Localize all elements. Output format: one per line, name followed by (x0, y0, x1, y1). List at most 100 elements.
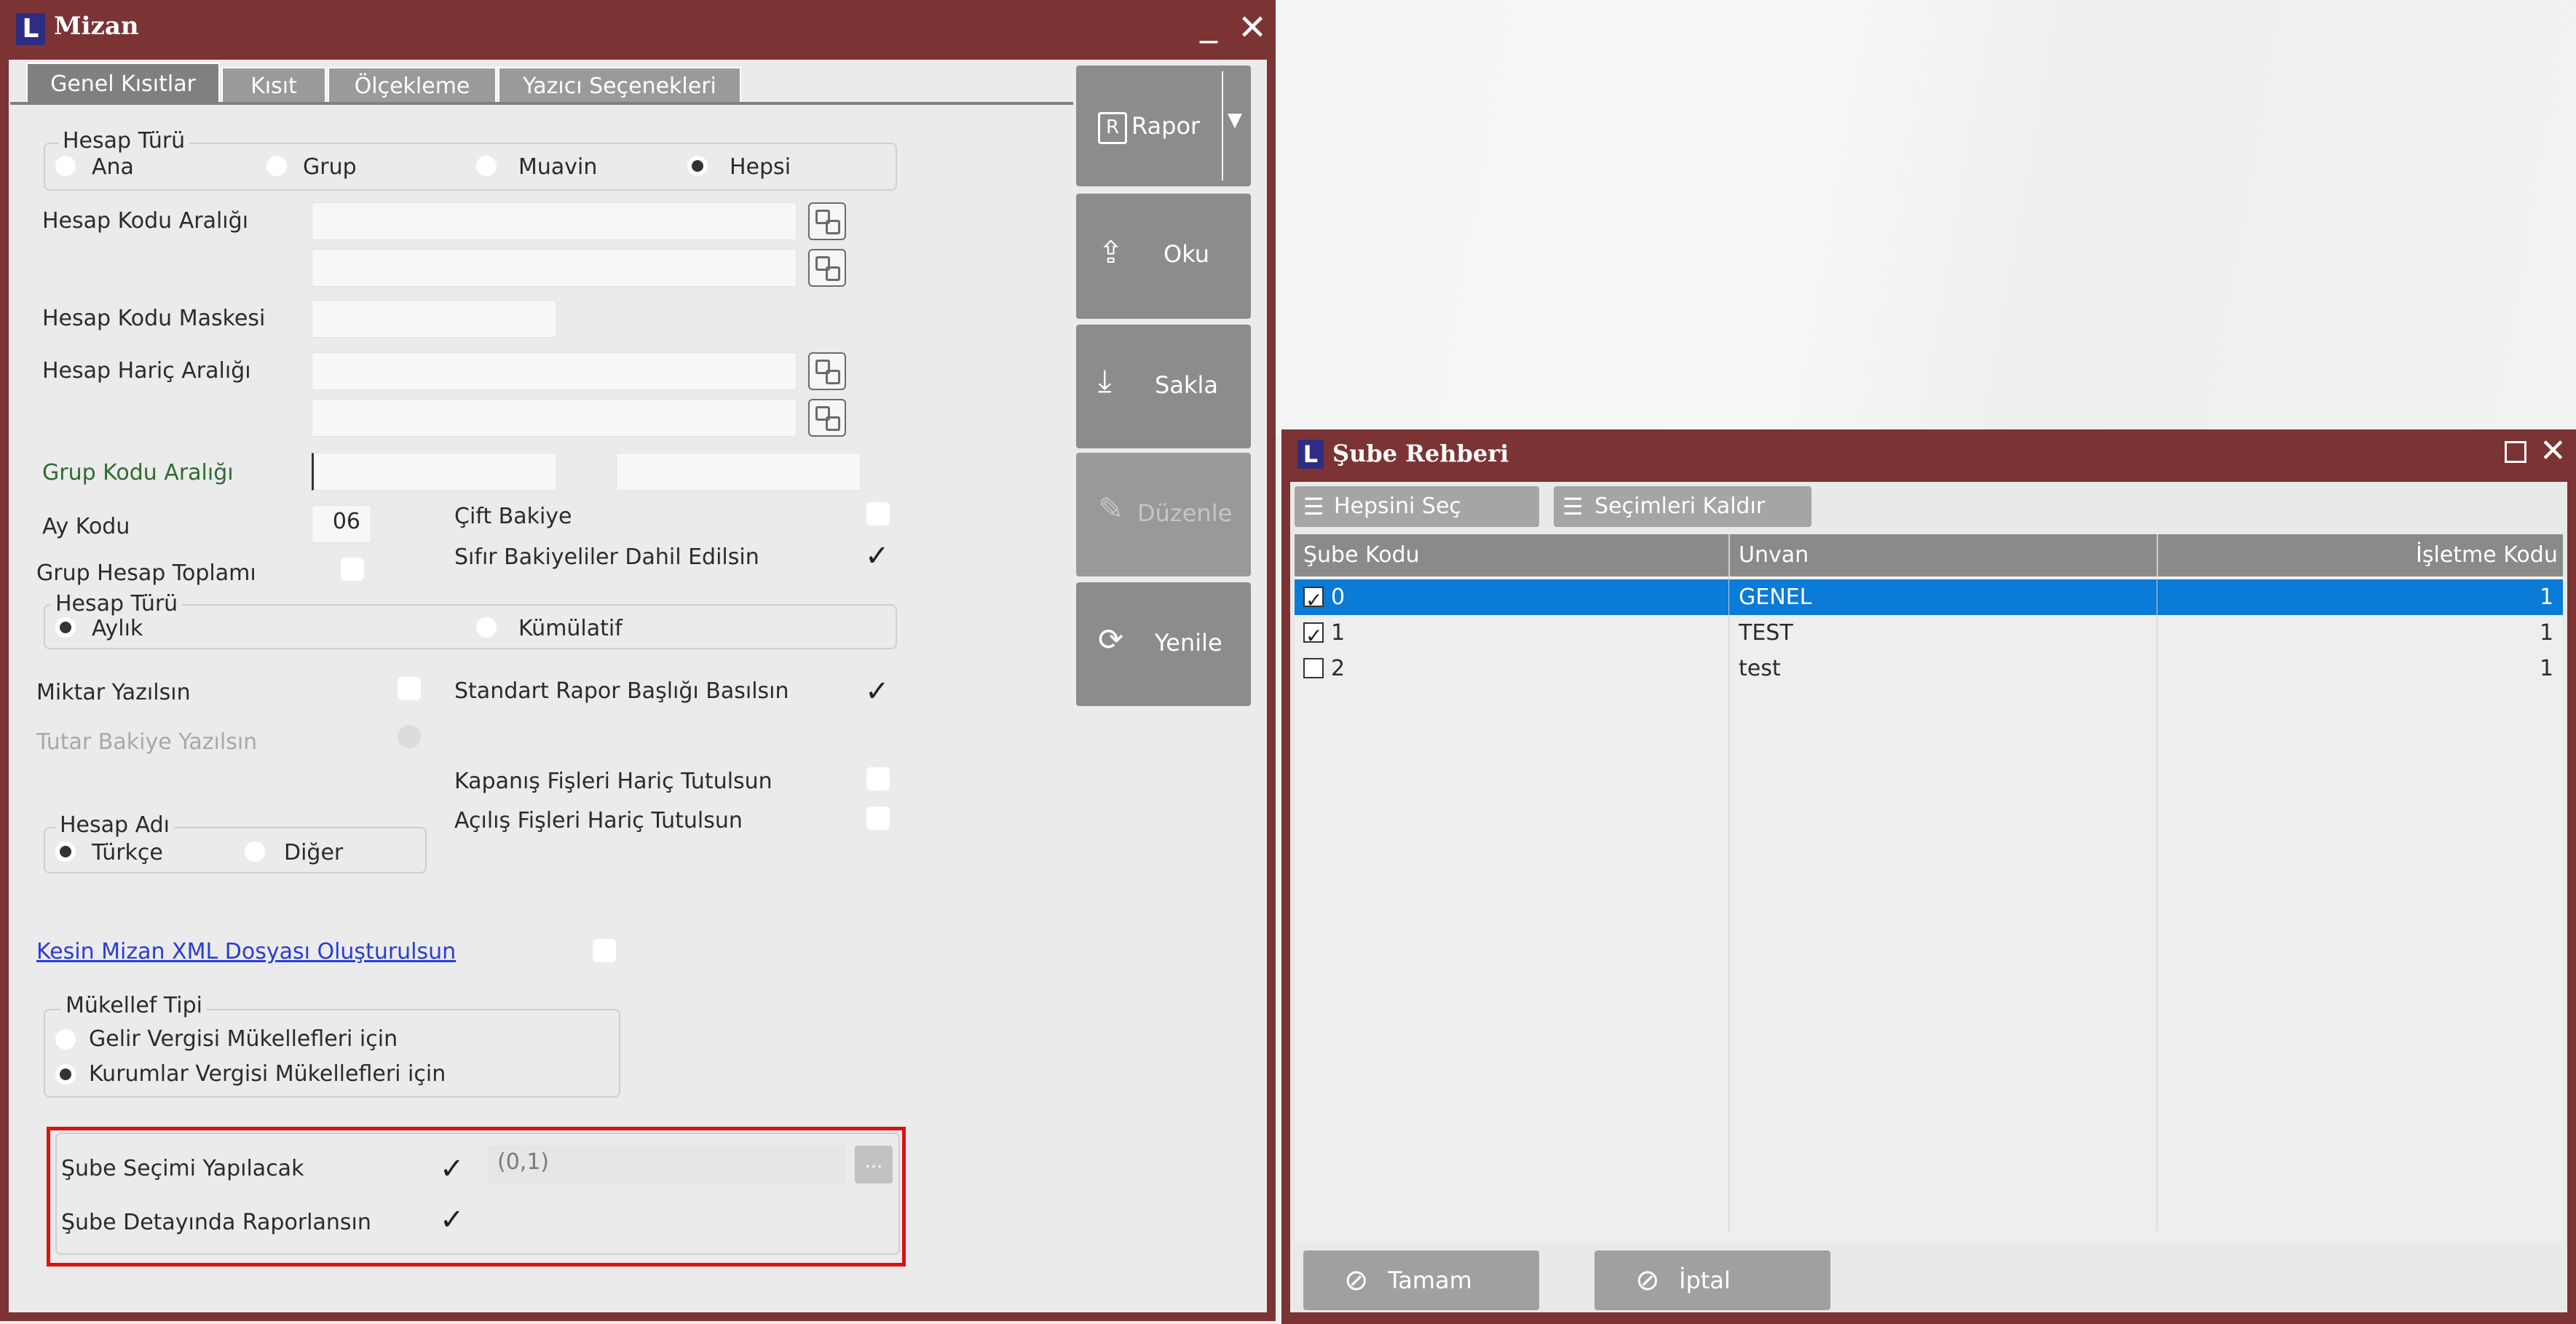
pencil-icon: ✎ (1098, 491, 1124, 526)
hesap-adi-title: Hesap Adı (55, 812, 174, 838)
radio-muavin[interactable] (476, 156, 497, 176)
tutar-bakiye-label: Tutar Bakiye Yazılsın (36, 729, 258, 755)
tab-olcekleme[interactable]: Ölçekleme (328, 67, 497, 103)
maximize-icon[interactable] (2505, 441, 2526, 463)
column-divider (1728, 534, 1730, 576)
hesap-haric-baslangic-input[interactable] (312, 352, 797, 390)
cell-unvan: TEST (1739, 620, 1793, 646)
table-row[interactable]: 1 TEST 1 (1295, 615, 2563, 654)
app-logo-icon: L (16, 13, 45, 45)
window-title: Şube Rehberi (1332, 440, 1509, 467)
highlight-box (47, 1127, 906, 1266)
column-header-sube-kodu[interactable]: Şube Kodu (1303, 534, 1420, 576)
column-header-unvan[interactable]: Unvan (1739, 534, 1809, 576)
close-icon[interactable]: ✕ (1238, 10, 1267, 45)
tab-yazici-secenekleri[interactable]: Yazıcı Seçenekleri (498, 67, 741, 103)
cift-bakiye-checkbox[interactable] (866, 502, 890, 526)
row-checkbox[interactable] (1303, 618, 1324, 654)
radio-aylik[interactable] (55, 617, 76, 638)
hesap-kodu-bitis-input[interactable] (312, 249, 797, 287)
row-checkbox[interactable] (1303, 582, 1324, 618)
ay-kodu-label: Ay Kodu (42, 514, 130, 539)
title-bar[interactable]: L Mizan _ ✕ (0, 0, 1276, 60)
lookup-icon[interactable] (808, 352, 846, 390)
window-title: Mizan (54, 12, 139, 41)
radio-ana[interactable] (55, 156, 76, 176)
secimleri-kaldir-label: Seçimleri Kaldır (1595, 493, 1766, 519)
secimleri-kaldir-button[interactable]: ☰ Seçimleri Kaldır (1554, 486, 1812, 527)
tab-genel-kisitlar[interactable]: Genel Kısıtlar (26, 63, 220, 103)
column-divider (2157, 534, 2158, 576)
lookup-icon[interactable] (808, 202, 846, 240)
radio-kumulatif[interactable] (476, 617, 497, 638)
title-bar[interactable]: L Şube Rehberi ✕ (1281, 429, 2576, 482)
acilis-fisleri-checkbox[interactable] (866, 806, 890, 830)
donem-turu-title: Hesap Türü (51, 591, 183, 617)
app-logo-icon: L (1297, 440, 1324, 469)
standart-rapor-checkbox[interactable]: ✓ (865, 677, 890, 706)
hesap-kodu-baslangic-input[interactable] (312, 202, 797, 240)
radio-grup[interactable] (266, 156, 287, 176)
lookup-icon[interactable] (808, 249, 846, 287)
table-row[interactable]: 0 GENEL 1 (1295, 579, 2563, 618)
grup-hesap-toplami-label: Grup Hesap Toplamı (36, 560, 256, 586)
radio-ana-label: Ana (92, 154, 134, 180)
standart-rapor-label: Standart Rapor Başlığı Basılsın (454, 678, 789, 704)
grup-kodu-baslangic-input[interactable] (312, 453, 556, 491)
iptal-button[interactable]: ⊘ İptal (1595, 1250, 1830, 1310)
hesap-kodu-maskesi-input[interactable] (312, 300, 556, 338)
tab-divider (10, 102, 1073, 105)
tutar-bakiye-checkbox[interactable] (398, 725, 421, 748)
radio-aylik-label: Aylık (92, 616, 143, 641)
kapanis-fisleri-label: Kapanış Fişleri Hariç Tutulsun (454, 769, 773, 794)
radio-kurumlar-vergisi[interactable] (55, 1064, 76, 1085)
rapor-label: Rapor (1131, 112, 1201, 140)
duzenle-button[interactable]: ✎ Düzenle (1076, 453, 1251, 576)
grid-line (1728, 576, 1729, 1232)
column-header-isletme-kodu[interactable]: İşletme Kodu (2416, 534, 2558, 576)
radio-diger-label: Diğer (284, 840, 344, 865)
mukellef-tipi-title: Mükellef Tipi (61, 993, 207, 1018)
hesap-kodu-maskesi-label: Hesap Kodu Maskesi (42, 306, 266, 331)
rapor-button[interactable]: R Rapor ▼ (1076, 66, 1251, 186)
row-checkbox[interactable] (1303, 658, 1324, 678)
tamam-button[interactable]: ⊘ Tamam (1303, 1250, 1539, 1310)
radio-kumulatif-label: Kümülatif (518, 616, 623, 641)
radio-kurumlar-vergisi-label: Kurumlar Vergisi Mükellefleri için (89, 1061, 446, 1087)
minimize-icon[interactable]: _ (1200, 6, 1217, 41)
grup-hesap-toplami-checkbox[interactable] (341, 558, 364, 581)
sifir-bakiyeliler-checkbox[interactable]: ✓ (865, 542, 890, 571)
chevron-down-icon[interactable]: ▼ (1228, 109, 1242, 131)
radio-turkce-label: Türkçe (92, 840, 163, 865)
cell-isletme-kodu: 1 (2540, 656, 2554, 681)
hesap-haric-bitis-input[interactable] (312, 399, 797, 437)
oku-button[interactable]: ⇪ Oku (1076, 194, 1251, 319)
yenile-button[interactable]: ⟳ Yenile (1076, 582, 1251, 706)
cell-isletme-kodu: 1 (2540, 620, 2554, 646)
cell-isletme-kodu: 1 (2540, 584, 2554, 610)
radio-turkce[interactable] (55, 841, 76, 862)
kesin-mizan-xml-link[interactable]: Kesin Mizan XML Dosyası Oluşturulsun (36, 939, 456, 964)
miktar-yazilsin-checkbox[interactable] (398, 677, 421, 700)
ay-kodu-input[interactable]: 06 (312, 505, 371, 543)
hepsini-sec-button[interactable]: ☰ Hepsini Seç (1295, 486, 1539, 527)
close-icon[interactable]: ✕ (2540, 434, 2567, 469)
lookup-icon[interactable] (808, 399, 846, 437)
mizan-window: L Mizan _ ✕ Genel Kısıtlar Kısıt Ölçekle… (0, 0, 1276, 1321)
radio-gelir-vergisi[interactable] (55, 1029, 76, 1050)
cell-unvan: test (1739, 656, 1781, 681)
acilis-fisleri-label: Açılış Fişleri Hariç Tutulsun (454, 808, 743, 833)
desktop-background (1267, 0, 2576, 437)
cell-sube-kodu: 0 (1331, 584, 1346, 610)
radio-diger[interactable] (245, 841, 265, 862)
duzenle-label: Düzenle (1137, 499, 1233, 527)
table-row[interactable]: 2 test 1 (1295, 651, 2563, 686)
tab-kisit[interactable]: Kısıt (221, 67, 326, 103)
sakla-button[interactable]: ⤓ Sakla (1076, 325, 1251, 448)
grup-kodu-bitis-input[interactable] (616, 453, 861, 491)
iptal-label: İptal (1679, 1266, 1731, 1294)
rapor-divider (1222, 71, 1223, 181)
radio-hepsi[interactable] (687, 156, 708, 176)
kesin-mizan-xml-checkbox[interactable] (593, 939, 616, 962)
kapanis-fisleri-checkbox[interactable] (866, 767, 890, 790)
